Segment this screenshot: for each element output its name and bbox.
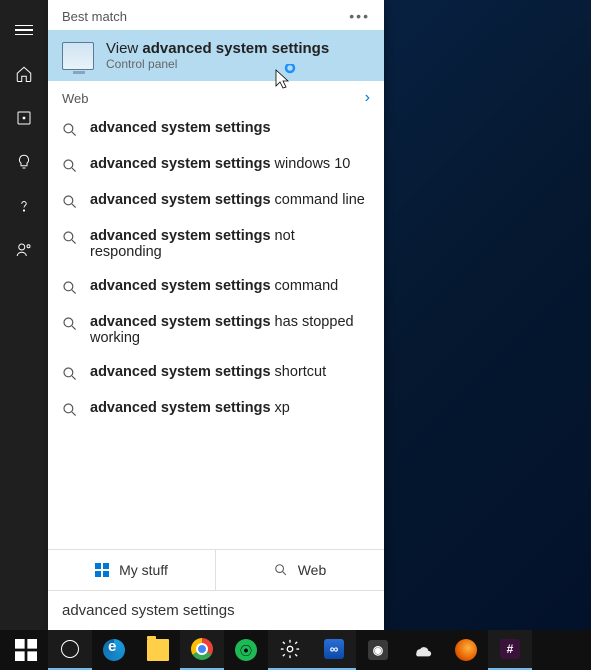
windows-icon — [95, 563, 109, 577]
search-icon — [62, 158, 78, 174]
search-icon — [62, 230, 78, 246]
web-result[interactable]: advanced system settings shortcut — [48, 355, 384, 391]
help-icon[interactable] — [0, 184, 48, 228]
feedback-icon[interactable] — [0, 228, 48, 272]
web-tab[interactable]: Web — [216, 550, 384, 590]
web-section-label: Web — [62, 91, 89, 106]
control-panel-icon — [62, 42, 94, 70]
search-input[interactable]: advanced system settings — [48, 590, 384, 630]
more-options-icon[interactable]: ••• — [349, 8, 370, 24]
hamburger-menu[interactable] — [0, 8, 48, 52]
visual-studio-button[interactable]: ∞ — [312, 630, 356, 670]
search-icon — [62, 280, 78, 296]
web-result[interactable]: advanced system settings has stopped wor… — [48, 305, 384, 355]
web-results-list: advanced system settingsadvanced system … — [48, 111, 384, 549]
file-explorer-button[interactable] — [136, 630, 180, 670]
search-icon — [62, 366, 78, 382]
best-match-subtitle: Control panel — [106, 57, 329, 71]
search-icon — [62, 402, 78, 418]
web-result[interactable]: advanced system settings command — [48, 269, 384, 305]
web-result[interactable]: advanced system settings windows 10 — [48, 147, 384, 183]
spotify-button[interactable]: ⦿ — [224, 630, 268, 670]
settings-button[interactable] — [268, 630, 312, 670]
onedrive-button[interactable] — [400, 630, 444, 670]
start-button[interactable] — [4, 630, 48, 670]
web-result[interactable]: advanced system settings xp — [48, 391, 384, 427]
chevron-right-icon[interactable]: › — [365, 89, 370, 107]
tips-icon[interactable] — [0, 140, 48, 184]
cortana-button[interactable] — [48, 630, 92, 670]
web-result[interactable]: advanced system settings — [48, 111, 384, 147]
apps-icon[interactable] — [0, 96, 48, 140]
search-icon — [62, 194, 78, 210]
best-match-result[interactable]: View advanced system settings Control pa… — [48, 30, 384, 81]
best-match-label: Best match — [62, 9, 127, 24]
search-results-panel: Best match ••• View advanced system sett… — [48, 0, 384, 630]
search-icon — [274, 563, 288, 577]
best-match-title: View advanced system settings — [106, 40, 329, 57]
web-result[interactable]: advanced system settings not responding — [48, 219, 384, 269]
web-result[interactable]: advanced system settings command line — [48, 183, 384, 219]
taskbar: ⦿ ∞ ◉ # — [0, 630, 591, 670]
slack-button[interactable]: # — [488, 630, 532, 670]
edge-button[interactable] — [92, 630, 136, 670]
home-icon[interactable] — [0, 52, 48, 96]
search-icon — [62, 122, 78, 138]
search-icon — [62, 316, 78, 332]
music-button[interactable]: ◉ — [356, 630, 400, 670]
chrome-button[interactable] — [180, 630, 224, 670]
my-stuff-tab[interactable]: My stuff — [48, 550, 216, 590]
firefox-button[interactable] — [444, 630, 488, 670]
